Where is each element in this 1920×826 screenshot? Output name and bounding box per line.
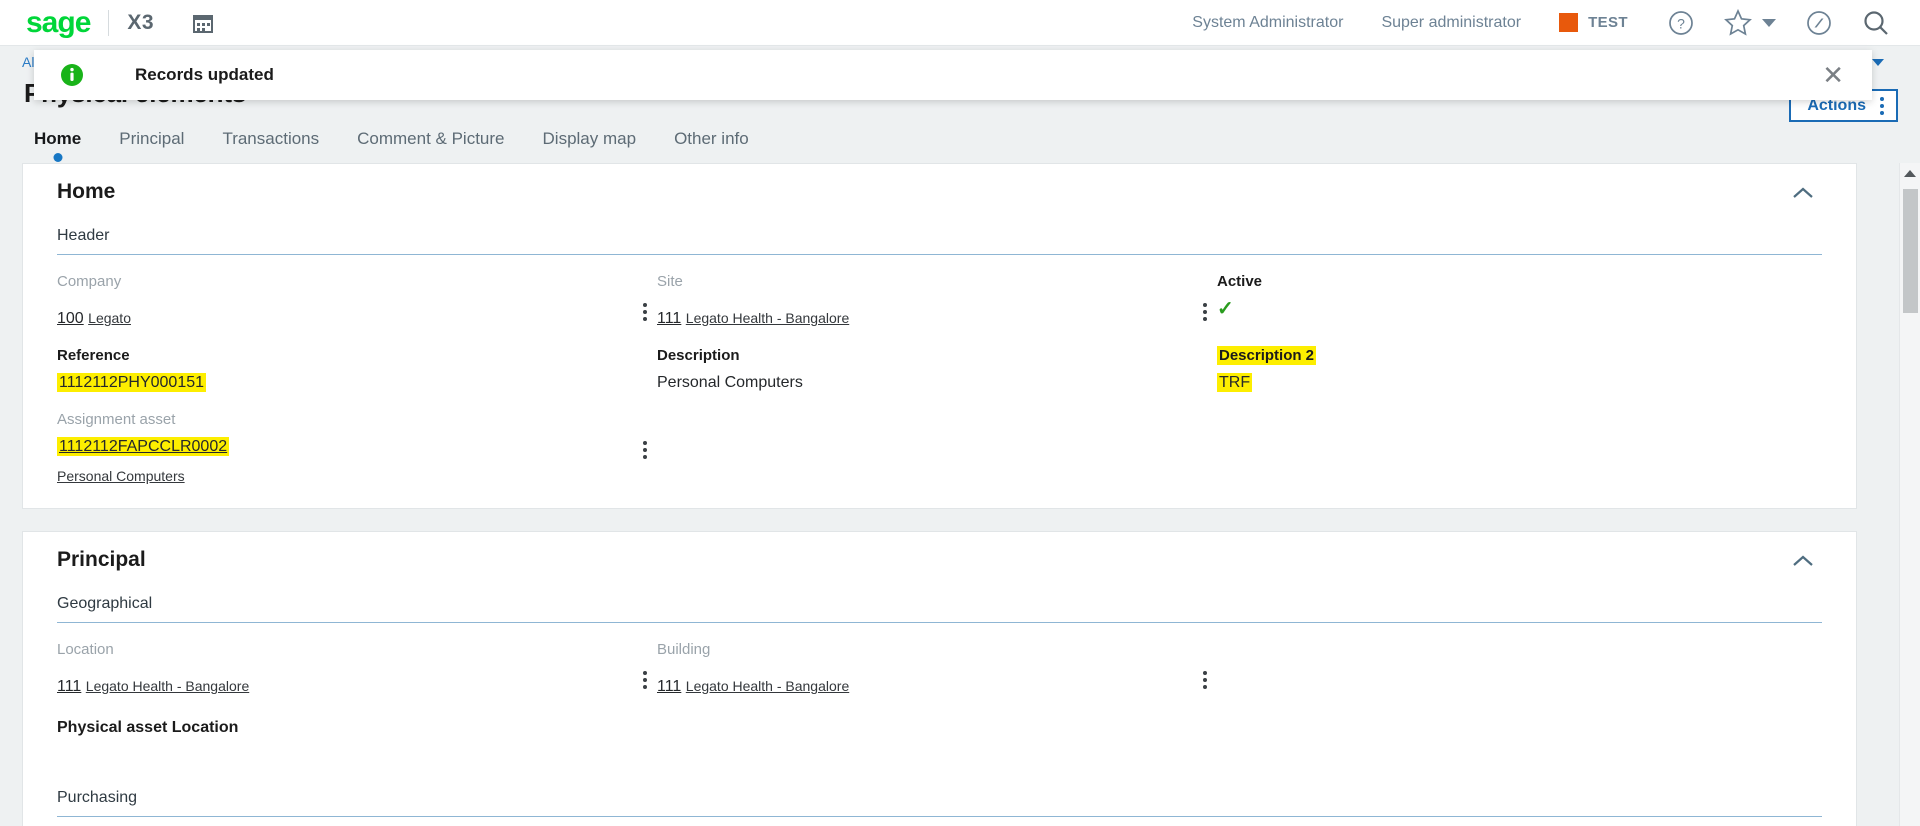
environment-color-swatch <box>1559 13 1579 32</box>
content-scroll-area: Home Header Company 100 Legato Site 111 … <box>0 163 1920 826</box>
site-kebab-icon[interactable] <box>1203 303 1207 324</box>
system-administrator-link[interactable]: System Administrator <box>1192 14 1343 32</box>
tab-bar: Home Principal Transactions Comment & Pi… <box>0 125 1920 165</box>
assignment-asset-spacer-2 <box>1217 411 1822 486</box>
assignment-asset-kebab-icon[interactable] <box>643 441 647 462</box>
logo-divider <box>108 9 110 36</box>
description2-label: Description 2 <box>1217 346 1317 365</box>
notification-toast: Records updated ✕ <box>34 50 1872 100</box>
building-value[interactable]: 111 <box>657 677 681 697</box>
environment-label: TEST <box>1588 14 1628 31</box>
info-icon <box>60 63 84 87</box>
active-field: Active ✓ <box>1217 273 1822 329</box>
search-icon[interactable] <box>1862 9 1890 37</box>
building-field: Building 111 Legato Health - Bangalore <box>657 641 1217 697</box>
header-row-1: Company 100 Legato Site 111 Legato Healt… <box>57 273 1822 329</box>
reference-value[interactable]: 1112112PHY000151 <box>57 373 207 392</box>
tab-transactions[interactable]: Transactions <box>222 125 319 149</box>
calendar-icon[interactable] <box>192 12 214 34</box>
tab-display-map[interactable]: Display map <box>543 125 637 149</box>
active-label: Active <box>1217 273 1263 290</box>
principal-card-title: Principal <box>57 548 146 571</box>
description2-field: Description 2 TRF <box>1217 346 1822 393</box>
top-navigation-bar: sage X3 System Administrator Super admin… <box>0 0 1920 46</box>
company-field: Company 100 Legato <box>57 273 657 329</box>
tab-home[interactable]: Home <box>34 125 81 149</box>
site-sub-label[interactable]: Legato Health - Bangalore <box>686 310 849 326</box>
location-kebab-icon[interactable] <box>643 671 647 692</box>
assignment-asset-label: Assignment asset <box>57 411 176 428</box>
assignment-asset-sub-label[interactable]: Personal Computers <box>57 468 185 484</box>
chevron-down-icon[interactable] <box>1762 18 1776 27</box>
header-block-title: Header <box>57 227 1822 255</box>
home-card-header: Home <box>57 180 1822 209</box>
tab-principal[interactable]: Principal <box>119 125 184 149</box>
super-administrator-link[interactable]: Super administrator <box>1381 14 1521 32</box>
location-label: Location <box>57 641 114 658</box>
header-row-2: Reference 1112112PHY000151 Description P… <box>57 346 1822 393</box>
kebab-menu-icon <box>1880 96 1884 115</box>
collapse-chevron-up-icon[interactable] <box>1784 550 1822 577</box>
active-checkmark-icon[interactable]: ✓ <box>1217 299 1776 319</box>
purchasing-block-title: Purchasing <box>57 789 1822 817</box>
company-kebab-icon[interactable] <box>643 303 647 324</box>
reference-label: Reference <box>57 347 130 364</box>
principal-card-header: Principal <box>57 548 1822 577</box>
collapse-chevron-up-icon[interactable] <box>1784 182 1822 209</box>
assignment-asset-value[interactable]: 1112112FAPCCLR0002 <box>57 437 230 456</box>
location-value[interactable]: 111 <box>57 677 81 697</box>
tab-comment-picture[interactable]: Comment & Picture <box>357 125 504 149</box>
scrollbar-thumb[interactable] <box>1903 189 1918 313</box>
description2-value[interactable]: TRF <box>1217 373 1253 392</box>
scroll-up-arrow-icon[interactable] <box>1904 170 1916 177</box>
location-field: Location 111 Legato Health - Bangalore <box>57 641 657 697</box>
home-card-title: Home <box>57 180 116 203</box>
company-value[interactable]: 100 <box>57 309 84 329</box>
tab-other-info[interactable]: Other info <box>674 125 749 149</box>
reference-field: Reference 1112112PHY000151 <box>57 347 657 393</box>
product-name-x3[interactable]: X3 <box>127 11 154 35</box>
svg-text:?: ? <box>1677 15 1685 31</box>
building-sub-label[interactable]: Legato Health - Bangalore <box>686 678 849 694</box>
home-section-card: Home Header Company 100 Legato Site 111 … <box>22 163 1857 509</box>
help-icon[interactable]: ? <box>1668 10 1694 36</box>
description-field: Description Personal Computers <box>657 347 1217 393</box>
building-kebab-icon[interactable] <box>1203 671 1207 692</box>
site-label: Site <box>657 273 683 290</box>
chevron-down-icon <box>1872 58 1884 66</box>
close-icon[interactable]: ✕ <box>1822 62 1844 88</box>
assignment-asset-spacer-1 <box>657 411 1217 486</box>
physical-asset-location-heading: Physical asset Location <box>57 719 239 736</box>
site-field: Site 111 Legato Health - Bangalore <box>657 273 1217 329</box>
description-value[interactable]: Personal Computers <box>657 373 1171 393</box>
notification-message: Records updated <box>135 65 274 84</box>
star-icon[interactable] <box>1724 9 1752 36</box>
building-label: Building <box>657 641 711 658</box>
environment-indicator[interactable]: TEST <box>1559 13 1628 32</box>
compass-icon[interactable] <box>1806 10 1832 36</box>
geographical-spacer <box>1217 641 1822 697</box>
geographical-block-title: Geographical <box>57 595 1822 623</box>
location-sub-label[interactable]: Legato Health - Bangalore <box>86 678 249 694</box>
company-sub-label[interactable]: Legato <box>88 310 131 326</box>
principal-section-card: Principal Geographical Location 111 Lega… <box>22 531 1857 826</box>
assignment-asset-field: Assignment asset 1112112FAPCCLR0002 Pers… <box>57 411 657 486</box>
vertical-scrollbar[interactable] <box>1899 163 1920 826</box>
geographical-row: Location 111 Legato Health - Bangalore B… <box>57 641 1822 697</box>
company-label: Company <box>57 273 122 290</box>
site-value[interactable]: 111 <box>657 309 681 329</box>
header-row-3: Assignment asset 1112112FAPCCLR0002 Pers… <box>57 411 1822 486</box>
description-label: Description <box>657 347 740 364</box>
sage-logo[interactable]: sage <box>26 7 91 38</box>
